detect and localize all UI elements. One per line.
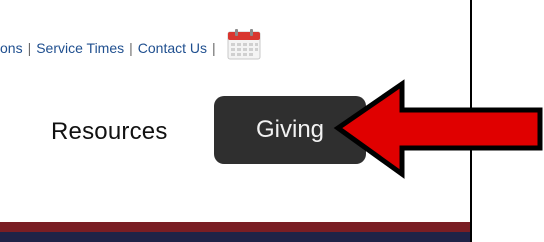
calendar-icon[interactable] [227, 28, 261, 60]
giving-button-label: Giving [255, 116, 325, 143]
service-times-link[interactable]: Service Times [36, 40, 124, 56]
top-link-partial[interactable]: ons [0, 40, 23, 56]
separator: | [129, 40, 133, 56]
header-stripe-red [0, 222, 470, 232]
separator: | [27, 40, 32, 56]
separator: | [212, 40, 216, 56]
header-stripe-navy [0, 232, 470, 242]
red-arrow-icon [333, 79, 543, 179]
top-links-bar: ons | Service Times | Contact Us | [0, 29, 261, 64]
contact-us-link[interactable]: Contact Us [138, 40, 207, 56]
resources-menu-item[interactable]: Resources [51, 118, 168, 146]
